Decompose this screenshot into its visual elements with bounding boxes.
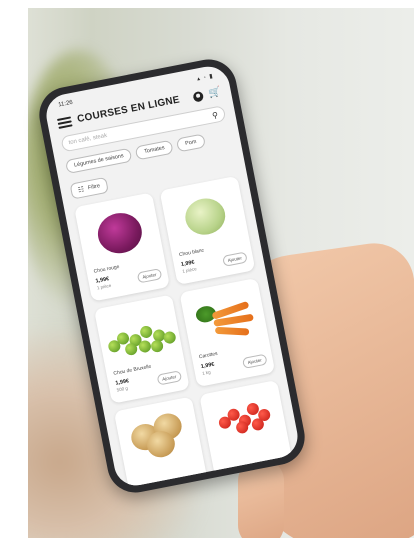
add-to-cart-button[interactable]: Ajouter xyxy=(136,268,163,284)
menu-icon[interactable] xyxy=(56,115,73,129)
search-icon[interactable]: ⚲ xyxy=(211,110,218,120)
product-image-red-cabbage xyxy=(76,200,163,266)
status-icons: ▴ ◦ ▮ xyxy=(196,72,215,83)
cart-icon[interactable]: 🛒 xyxy=(207,86,221,99)
add-to-cart-button[interactable]: Ajouter xyxy=(241,353,268,370)
filter-button[interactable]: ☷ Filtre xyxy=(69,176,109,200)
app-bar-actions: 🛒 xyxy=(191,86,222,103)
photo-border-left xyxy=(0,0,28,538)
product-unit: 1 kg xyxy=(201,369,212,376)
product-card[interactable]: Chou de Bruxelle 1,99€ 500 g Ajouter xyxy=(93,294,190,404)
product-card[interactable]: Carottes 1,99€ 1 kg Ajouter xyxy=(179,277,276,388)
photo-scene: 11:26 ▴ ◦ ▮ COURSES EN LIGNE 🛒 ton café,… xyxy=(0,0,414,538)
product-name: Chou blanc xyxy=(178,247,205,259)
product-unit: 1 pièce xyxy=(181,266,198,274)
product-unit: 500 g xyxy=(116,385,129,393)
product-image-carrots xyxy=(181,286,268,352)
product-image-onions xyxy=(115,400,202,466)
product-image-brussels-sprouts xyxy=(95,302,182,368)
product-image-white-cabbage xyxy=(161,184,248,250)
add-to-cart-button[interactable]: Ajouter xyxy=(156,370,183,386)
status-time: 11:26 xyxy=(57,99,74,109)
add-to-cart-button[interactable]: Ajouter xyxy=(221,251,248,267)
account-icon[interactable] xyxy=(191,90,204,103)
chip-legumes-saisons[interactable]: Légumes de saisons xyxy=(64,147,133,175)
filter-label: Filtre xyxy=(87,183,101,192)
product-image-cherry-tomatoes xyxy=(200,384,287,450)
filter-icon: ☷ xyxy=(77,186,85,195)
chip-pommes[interactable]: Pom xyxy=(176,133,206,153)
product-name: Chou rouge xyxy=(93,263,121,275)
search-placeholder: ton café, steak xyxy=(68,132,108,147)
product-unit: 1 pièce xyxy=(96,282,112,291)
chip-tomates[interactable]: Tomates xyxy=(135,139,174,161)
product-card[interactable]: Chou rouge 1,99€ 1 pièce Ajouter xyxy=(74,192,170,302)
product-card[interactable]: Chou blanc 1,99€ 1 pièce Ajouter xyxy=(159,175,256,286)
product-name: Carottes xyxy=(198,350,219,361)
photo-border-top xyxy=(0,0,414,8)
